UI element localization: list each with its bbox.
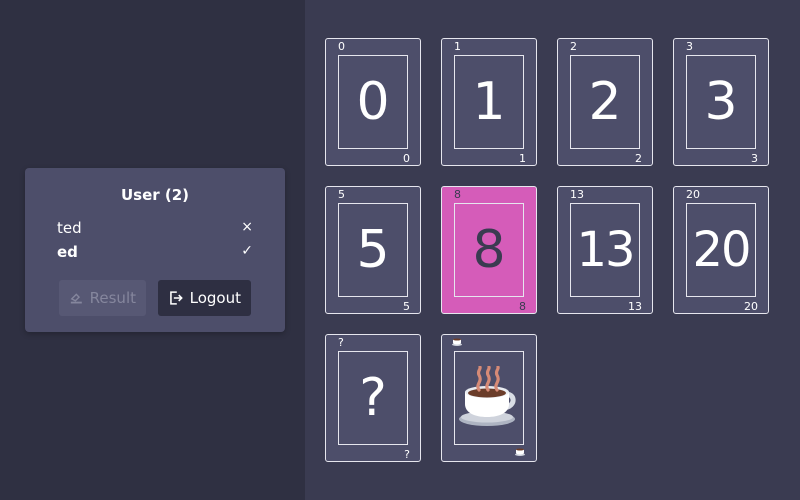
- result-button[interactable]: Result: [59, 280, 146, 316]
- card-corner-label: 13: [570, 188, 584, 201]
- card-corner-label: 0: [403, 152, 410, 165]
- card-value: 1: [454, 55, 524, 149]
- card-corner-label: 2: [635, 152, 642, 165]
- user-row-ed: ed ✓: [57, 243, 253, 265]
- card-question[interactable]: ? ? ?: [325, 334, 421, 462]
- coffee-cup-icon: [515, 446, 526, 459]
- card-corner-label: ?: [338, 336, 344, 349]
- card-corner-label: 13: [628, 300, 642, 313]
- result-button-label: Result: [89, 289, 136, 307]
- card-13[interactable]: 13 13 13: [557, 186, 653, 314]
- card-corner-label: 8: [519, 300, 526, 313]
- card-value: ?: [338, 351, 408, 445]
- user-panel-title: User (2): [120, 186, 190, 204]
- card-coffee[interactable]: [441, 334, 537, 462]
- card-corner-label: 8: [454, 188, 461, 201]
- card-corner-label: 3: [751, 152, 758, 165]
- card-corner-label: 5: [403, 300, 410, 313]
- card-0[interactable]: 0 0 0: [325, 38, 421, 166]
- user-name: ted: [57, 219, 82, 237]
- logout-button[interactable]: Logout: [158, 280, 251, 316]
- card-corner-label: 0: [338, 40, 345, 53]
- user-not-voted-icon: ×: [241, 219, 253, 235]
- user-voted-icon: ✓: [241, 243, 253, 259]
- user-name: ed: [57, 243, 78, 261]
- card-corner-label: 1: [519, 152, 526, 165]
- card-corner-label: 20: [686, 188, 700, 201]
- user-panel: User (2) ted × ed ✓ Result Logout: [25, 168, 285, 332]
- card-corner-label: 20: [744, 300, 758, 313]
- card-deck: 0 0 0 1 1 1 2 2 2 3 3 3 5 5 5 8 8 8 13 1…: [305, 0, 800, 500]
- user-row-ted: ted ×: [57, 219, 253, 241]
- card-8-selected[interactable]: 8 8 8: [441, 186, 537, 314]
- card-corner-label: 3: [686, 40, 693, 53]
- logout-icon: [170, 291, 183, 305]
- coffee-cup-icon: [454, 351, 524, 445]
- card-value: 8: [454, 203, 524, 297]
- card-value: 2: [570, 55, 640, 149]
- card-value: 13: [570, 203, 640, 297]
- card-corner-label: 1: [454, 40, 461, 53]
- card-value: 3: [686, 55, 756, 149]
- card-5[interactable]: 5 5 5: [325, 186, 421, 314]
- reveal-icon: [70, 293, 82, 304]
- card-1[interactable]: 1 1 1: [441, 38, 537, 166]
- coffee-cup-icon: [452, 336, 463, 349]
- card-corner-label: 2: [570, 40, 577, 53]
- card-value: 0: [338, 55, 408, 149]
- logout-button-label: Logout: [189, 289, 241, 307]
- card-20[interactable]: 20 20 20: [673, 186, 769, 314]
- card-3[interactable]: 3 3 3: [673, 38, 769, 166]
- card-value: 5: [338, 203, 408, 297]
- card-2[interactable]: 2 2 2: [557, 38, 653, 166]
- sidebar: User (2) ted × ed ✓ Result Logout: [0, 0, 305, 500]
- card-corner-label: ?: [404, 448, 410, 461]
- card-corner-label: 5: [338, 188, 345, 201]
- card-value: 20: [686, 203, 756, 297]
